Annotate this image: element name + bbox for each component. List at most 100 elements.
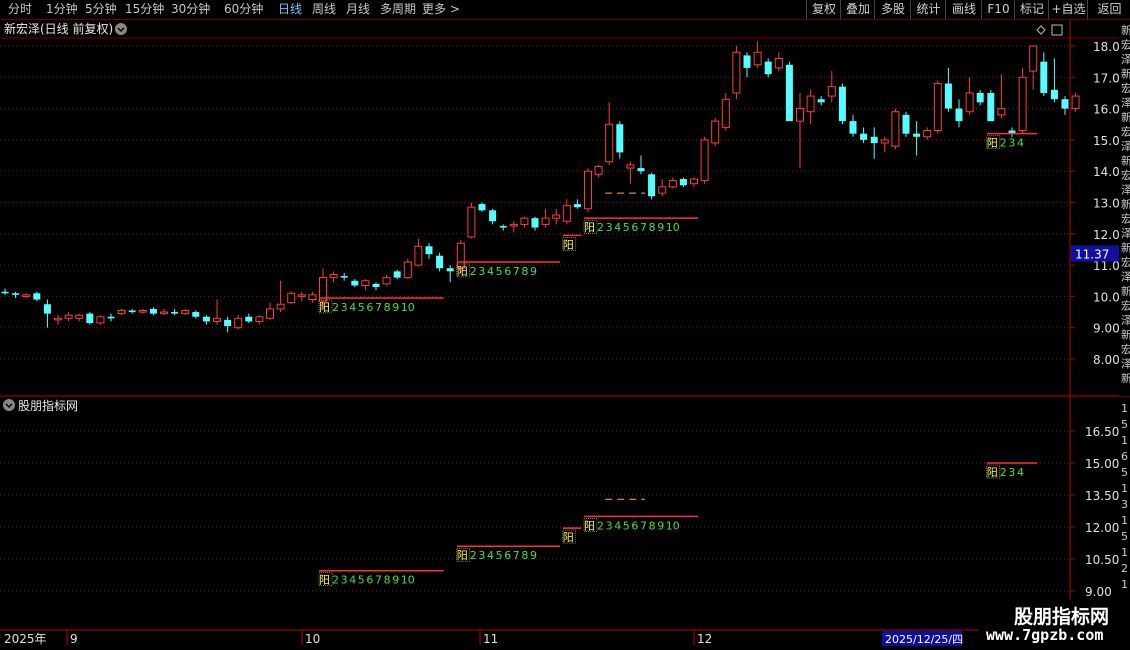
ind-count-label: 3 <box>341 574 348 587</box>
candle-body-down <box>955 108 963 122</box>
indicator-side-char: 1 <box>1121 578 1128 591</box>
side-text-char: 泽 <box>1121 184 1130 197</box>
maximize-icon <box>1051 24 1063 36</box>
ind-count-label: 9 <box>392 574 399 587</box>
candle-body-down <box>902 114 910 134</box>
candle-body-down <box>149 308 157 314</box>
side-text-char: 新 <box>1121 67 1130 81</box>
candle-body-up <box>297 294 306 297</box>
candle-body-up <box>721 98 730 128</box>
candle-body-up <box>160 311 168 315</box>
main-count-label: 7 <box>375 301 382 314</box>
main-count-label: 5 <box>623 221 630 234</box>
candle-body-down <box>1050 89 1058 100</box>
indicator-tick-label: 9.00 <box>1085 585 1112 599</box>
main-count-label: 3 <box>478 265 485 278</box>
candle-body-down <box>860 133 868 140</box>
candle-body-down <box>870 136 878 144</box>
side-text-char: 新 <box>1121 154 1130 168</box>
candle-body-up <box>965 92 974 113</box>
candle-body-up <box>626 164 635 169</box>
candle-body-down <box>817 99 825 103</box>
side-text-char: 泽 <box>1121 358 1130 371</box>
side-text-char: 宏 <box>1121 255 1130 269</box>
side-text-char: 新 <box>1121 284 1130 298</box>
candle-body-down <box>107 316 115 319</box>
candle-body-down <box>648 174 656 197</box>
indicator-side-char: 1 <box>1121 482 1128 495</box>
side-text-char: 泽 <box>1121 271 1130 284</box>
side-text-char: 宏 <box>1121 125 1130 139</box>
side-text-char: 宏 <box>1121 38 1130 52</box>
side-text-char: 宏 <box>1121 299 1130 313</box>
side-text-char: 宏 <box>1121 212 1130 226</box>
indicator-side-char: 3 <box>1121 498 1128 511</box>
candle-body-down <box>224 319 232 327</box>
candle-body-up <box>668 180 677 188</box>
candle-body-up <box>658 186 667 194</box>
candle-body-up <box>181 309 190 315</box>
candle-body-up <box>64 314 73 319</box>
candle-body-down <box>202 316 210 322</box>
side-text-char: 宏 <box>1121 342 1130 356</box>
side-text-char: 新 <box>1121 241 1130 255</box>
side-text-char: 新 <box>1121 23 1130 37</box>
candlestick-chart: 18.0017.0016.0015.0014.0013.0012.0011.00… <box>0 20 1130 646</box>
candle-body-up <box>138 309 147 313</box>
candle-body-up <box>700 139 709 182</box>
ind-count-label: 4 <box>1017 466 1024 479</box>
main-count-label: 3 <box>341 301 348 314</box>
candle-body-down <box>637 168 645 172</box>
current-price-label: 11.37 <box>1075 248 1109 262</box>
candle-body-down <box>616 124 624 153</box>
candle-body-up <box>75 314 84 319</box>
side-text-char: 新 <box>1121 328 1130 342</box>
main-count-label: 8 <box>649 221 656 234</box>
indicator-side-char: 5 <box>1121 418 1128 431</box>
indicator-dropdown-icon <box>3 399 15 411</box>
ind-count-label: 4 <box>349 574 356 587</box>
ind-count-label: 9 <box>657 519 664 532</box>
main-count-label: 9 <box>657 221 664 234</box>
main-yang-label: 阳 <box>457 265 468 278</box>
candle-body-up <box>690 178 698 185</box>
candle-body-down <box>764 61 772 75</box>
main-yang-label: 阳 <box>319 301 330 314</box>
side-text-char: 泽 <box>1121 140 1130 153</box>
ind-count-label: 6 <box>366 574 373 587</box>
logo-url: www.7gpzb.com <box>986 626 1104 644</box>
main-count-label: 2 <box>332 301 339 314</box>
ind-count-label: 3 <box>1008 466 1015 479</box>
candle-body-up <box>827 86 836 97</box>
indicator-title: 股朋指标网 <box>18 398 78 413</box>
main-count-label: 10 <box>666 221 680 234</box>
candle-body-down <box>86 313 94 324</box>
candle-body-up <box>117 309 126 315</box>
candle-body-down <box>12 293 20 295</box>
main-count-label: 6 <box>504 265 511 278</box>
candle-body-up <box>467 206 476 238</box>
ind-count-label: 5 <box>623 519 630 532</box>
candle-body-up <box>234 317 243 329</box>
candle-body-down <box>679 179 687 186</box>
side-text-char: 新 <box>1121 110 1130 124</box>
side-text-char: 宏 <box>1121 81 1130 95</box>
candle-body-up <box>891 111 900 147</box>
main-chart-title: 新宏泽(日线 前复权) <box>4 21 113 36</box>
ind-count-label: 3 <box>478 549 485 562</box>
ind-count-label: 2 <box>470 549 477 562</box>
candle-body-down <box>393 271 401 278</box>
candle-body-up <box>361 280 370 286</box>
ind-count-label: 5 <box>358 574 365 587</box>
candle-body-up <box>605 123 614 163</box>
candle-body-up <box>54 317 62 321</box>
candle-body-up <box>806 95 815 113</box>
indicator-side-char: 2 <box>1121 562 1128 575</box>
candle-body-up <box>594 166 603 175</box>
candle-body-down <box>573 204 581 208</box>
month-label: 10 <box>305 632 320 646</box>
main-count-label: 2 <box>597 221 604 234</box>
candle-body-up <box>774 58 783 69</box>
indicator-tick-label: 10.50 <box>1085 553 1119 567</box>
month-label: 9 <box>70 632 78 646</box>
